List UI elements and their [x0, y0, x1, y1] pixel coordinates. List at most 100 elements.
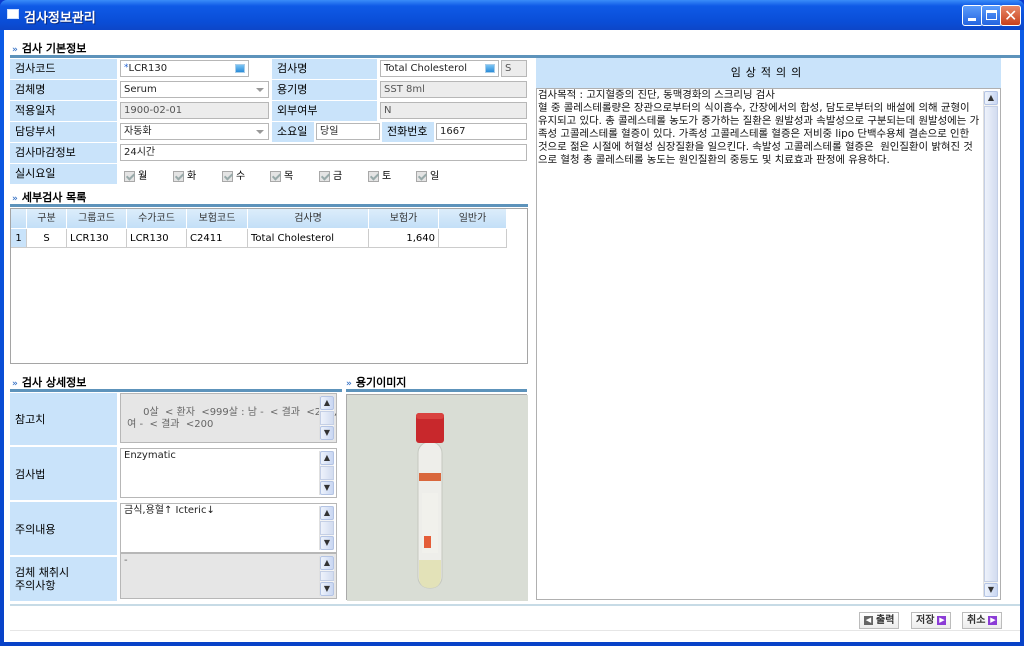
- grid-cell-group-code: LCR130: [67, 229, 127, 248]
- scroll-down-icon[interactable]: ▼: [320, 426, 334, 440]
- method-textarea[interactable]: Enzymatic ▲ ▼: [120, 448, 337, 498]
- collection-value: -: [124, 555, 128, 566]
- close-button[interactable]: ✕: [1000, 5, 1021, 26]
- scroll-thumb[interactable]: [320, 411, 334, 425]
- reference-textarea: 0살 < 환자 <999살 : 남 - < 결과 <200, 여 - < 결과 …: [120, 393, 337, 443]
- container-image-title: » 용기이미지: [346, 374, 406, 390]
- print-label: 출력: [876, 615, 895, 626]
- grid-header-general-price[interactable]: 일반가: [439, 209, 507, 228]
- scroll-thumb[interactable]: [320, 571, 334, 581]
- grid-header-type[interactable]: 구분: [27, 209, 67, 228]
- day-label: 금: [333, 171, 343, 182]
- close-icon: ✕: [1004, 6, 1018, 25]
- checkbox-checked-icon: [270, 170, 281, 182]
- scroll-up-icon[interactable]: ▲: [320, 556, 334, 570]
- test-name-input[interactable]: Total Cholesterol: [380, 60, 499, 77]
- test-name-value: Total Cholesterol: [384, 63, 467, 74]
- detail-title-text: 검사 상세정보: [21, 376, 87, 389]
- grid-header-group-code[interactable]: 그룹코드: [67, 209, 127, 228]
- lookup-icon[interactable]: [235, 64, 245, 73]
- scroll-down-icon[interactable]: ▼: [320, 582, 334, 596]
- phone-input[interactable]: 1667: [436, 123, 527, 140]
- phone-label: 전화번호: [382, 122, 434, 142]
- scroll-up-icon[interactable]: ▲: [984, 91, 998, 105]
- day-checkbox-sun[interactable]: 일: [416, 167, 439, 182]
- reference-value: 0살 < 환자 <999살 : 남 - < 결과 <200, 여 - < 결과 …: [127, 407, 337, 430]
- test-name-label: 검사명: [272, 59, 377, 79]
- grid-header-test-name[interactable]: 검사명: [248, 209, 369, 228]
- footer-divider: [10, 604, 1020, 606]
- chevron-right-icon: »: [12, 45, 18, 55]
- container-field: SST 8ml: [380, 81, 527, 98]
- minimize-button[interactable]: [962, 5, 983, 26]
- scroll-thumb[interactable]: [984, 106, 998, 582]
- scroll-thumb[interactable]: [320, 521, 334, 535]
- basic-info-title: » 검사 기본정보: [12, 40, 86, 56]
- test-code-input[interactable]: *LCR130: [120, 60, 249, 77]
- scroll-thumb[interactable]: [320, 466, 334, 480]
- section-divider: [10, 389, 342, 392]
- footer-divider: [10, 630, 1020, 631]
- save-arrow-right-icon: ▶: [937, 616, 947, 625]
- method-scrollbar[interactable]: ▲ ▼: [319, 451, 334, 495]
- caution-scrollbar[interactable]: ▲ ▼: [319, 506, 334, 550]
- external-field: N: [380, 102, 527, 119]
- turnaround-label: 소요일: [272, 122, 314, 142]
- caution-textarea[interactable]: 금식,용혈↑ Icteric↓ ▲ ▼: [120, 503, 337, 553]
- day-checkbox-wed[interactable]: 수: [222, 167, 245, 182]
- scroll-up-icon[interactable]: ▲: [320, 396, 334, 410]
- print-button[interactable]: ◀ 출력: [859, 612, 900, 629]
- chevron-right-icon: »: [12, 194, 18, 204]
- day-checkbox-fri[interactable]: 금: [319, 167, 342, 182]
- container-image-title-text: 용기이미지: [355, 376, 407, 389]
- client-area: » 검사 기본정보 검사코드 *LCR130 검사명 Total Choleste…: [4, 30, 1020, 642]
- apply-date-field: 1900-02-01: [120, 102, 269, 119]
- apply-date-label: 적용일자: [10, 101, 117, 121]
- test-type-field: S: [501, 60, 527, 77]
- test-code-value: LCR130: [128, 63, 168, 74]
- maximize-icon: [986, 10, 997, 20]
- window-icon: [7, 9, 19, 19]
- minimize-icon: [968, 18, 976, 21]
- chevron-right-icon: »: [346, 379, 352, 389]
- section-divider: [10, 204, 528, 207]
- grid-header-fee-code[interactable]: 수가코드: [127, 209, 187, 228]
- dropdown-arrow-icon: [256, 130, 264, 134]
- day-checkbox-tue[interactable]: 화: [173, 167, 196, 182]
- reference-label: 참고치: [10, 393, 117, 445]
- grid-header-insurance-code[interactable]: 보험코드: [187, 209, 248, 228]
- detail-title: » 검사 상세정보: [12, 374, 86, 390]
- sub-tests-title-text: 세부검사 목록: [21, 191, 87, 204]
- turnaround-input[interactable]: 당일: [316, 123, 380, 140]
- container-label: 용기명: [272, 80, 377, 100]
- day-checkbox-sat[interactable]: 토: [368, 167, 391, 182]
- scroll-up-icon[interactable]: ▲: [320, 506, 334, 520]
- grid-header-insurance-price[interactable]: 보험가: [369, 209, 439, 228]
- save-label: 저장: [916, 615, 935, 626]
- method-value: Enzymatic: [124, 450, 176, 461]
- specimen-select[interactable]: Serum: [120, 81, 269, 98]
- maximize-button[interactable]: [981, 5, 1002, 26]
- deadline-input[interactable]: 24시간: [120, 144, 527, 161]
- department-value: 자동화: [124, 126, 152, 137]
- grid-cell-type: S: [27, 229, 67, 248]
- scroll-down-icon[interactable]: ▼: [320, 481, 334, 495]
- lookup-icon[interactable]: [485, 64, 495, 73]
- department-select[interactable]: 자동화: [120, 123, 269, 140]
- cancel-button[interactable]: 취소 ▶: [962, 612, 1003, 629]
- save-button[interactable]: 저장 ▶: [911, 612, 952, 629]
- clinical-textarea[interactable]: 검사목적 : 고지혈증의 진단, 동맥경화의 스크리닝 검사 혈 중 콜레스테롤…: [536, 88, 1001, 600]
- clinical-scrollbar[interactable]: ▲ ▼: [983, 91, 998, 597]
- checkbox-checked-icon: [222, 170, 233, 182]
- collection-scrollbar[interactable]: ▲ ▼: [319, 556, 334, 596]
- scroll-up-icon[interactable]: ▲: [320, 451, 334, 465]
- basic-info-title-text: 검사 기본정보: [21, 42, 87, 55]
- day-label: 목: [284, 171, 294, 182]
- scroll-down-icon[interactable]: ▼: [320, 536, 334, 550]
- reference-scrollbar[interactable]: ▲ ▼: [319, 396, 334, 440]
- scroll-down-icon[interactable]: ▼: [984, 583, 998, 597]
- cancel-label: 취소: [967, 615, 986, 626]
- day-checkbox-mon[interactable]: 월: [124, 167, 147, 182]
- title-bar[interactable]: 검사정보관리 ✕: [0, 0, 1024, 30]
- day-checkbox-thu[interactable]: 목: [270, 167, 293, 182]
